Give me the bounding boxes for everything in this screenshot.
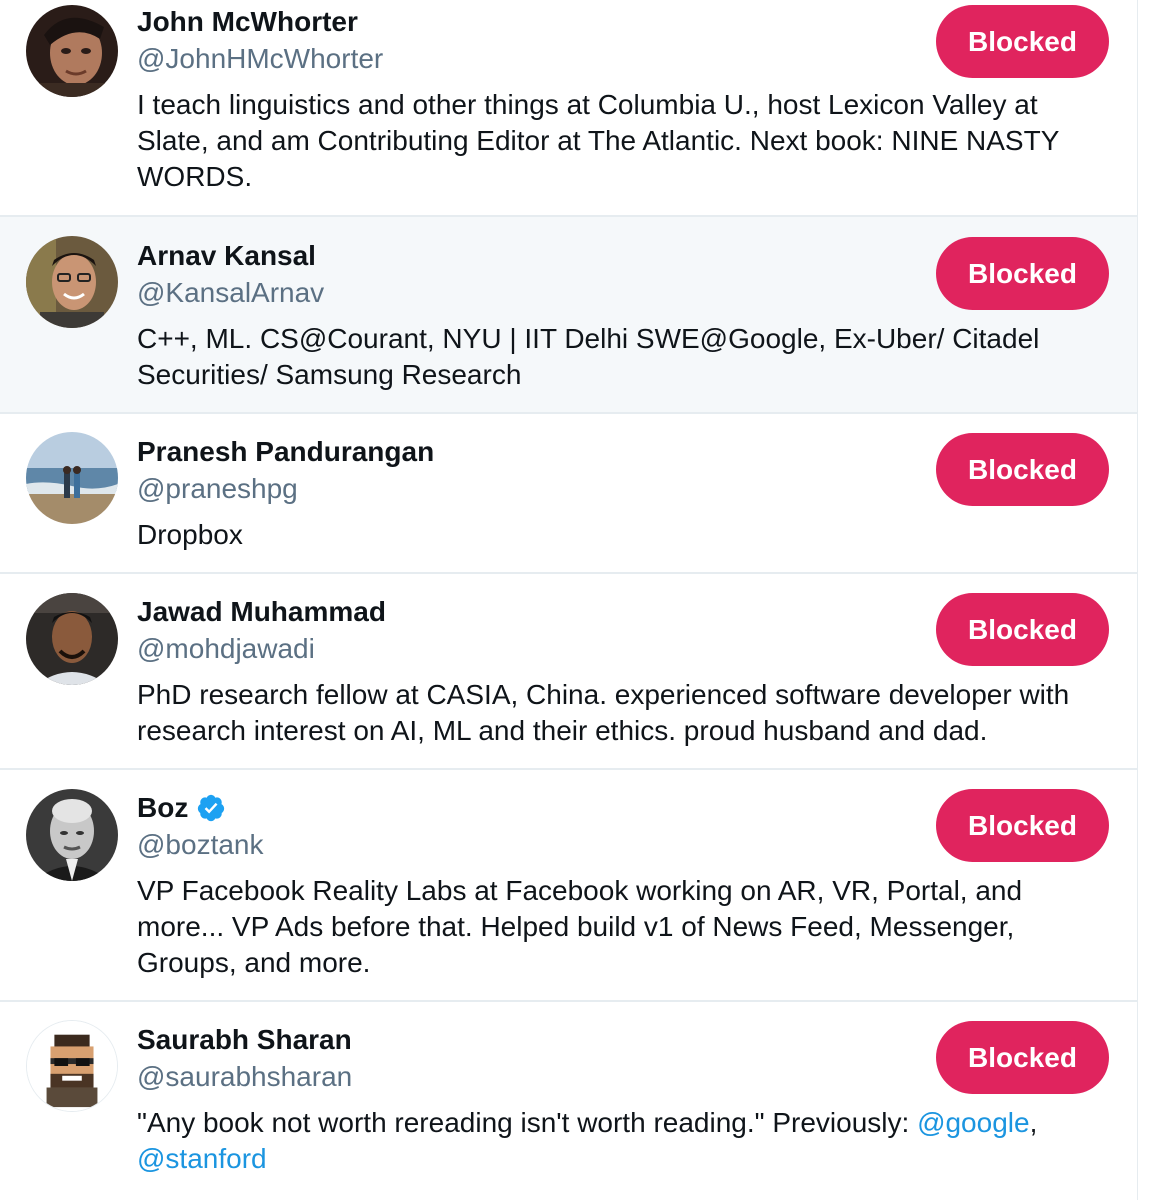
scrollbar-track[interactable]	[1138, 0, 1149, 1200]
bio-separator: ,	[1029, 1107, 1038, 1138]
account-bio: VP Facebook Reality Labs at Facebook wor…	[137, 875, 1023, 978]
account-name[interactable]: Pranesh Pandurangan	[137, 434, 434, 470]
account-handle[interactable]: @praneshpg	[137, 471, 298, 507]
blocked-accounts-list: John McWhorter @JohnHMcWhorter I teach l…	[0, 0, 1138, 1200]
google-mention-link[interactable]: @google	[917, 1107, 1030, 1138]
avatar[interactable]	[26, 432, 118, 524]
account-name-text[interactable]: John McWhorter	[137, 4, 358, 40]
account-name-text[interactable]: Pranesh Pandurangan	[137, 434, 434, 470]
account-bio: "Any book not worth rereading isn't wort…	[137, 1105, 1112, 1177]
account-name-text[interactable]: Jawad Muhammad	[137, 594, 386, 630]
blocked-button[interactable]: Blocked	[936, 5, 1109, 78]
account-handle[interactable]: @saurabhsharan	[137, 1059, 352, 1095]
account-bio: C++, ML. CS@Courant, NYU | IIT Delhi SWE…	[137, 323, 1040, 390]
account-name[interactable]: Boz	[137, 790, 226, 826]
account-name-text[interactable]: Arnav Kansal	[137, 238, 316, 274]
account-handle[interactable]: @mohdjawadi	[137, 631, 315, 667]
account-name-text[interactable]: Boz	[137, 790, 188, 826]
account-name[interactable]: Jawad Muhammad	[137, 594, 386, 630]
account-row-boz[interactable]: Boz @boztank VP Facebook Reality Labs at…	[0, 770, 1137, 1002]
avatar[interactable]	[26, 789, 118, 881]
account-handle[interactable]: @boztank	[137, 827, 264, 863]
account-row-pranesh-pandurangan[interactable]: Pranesh Pandurangan @praneshpg Dropbox B…	[0, 414, 1137, 574]
account-name[interactable]: John McWhorter	[137, 4, 358, 40]
account-name[interactable]: Saurabh Sharan	[137, 1022, 352, 1058]
account-row-arnav-kansal[interactable]: Arnav Kansal @KansalArnav C++, ML. CS@Co…	[0, 217, 1137, 414]
account-bio: PhD research fellow at CASIA, China. exp…	[137, 679, 1070, 746]
account-handle[interactable]: @KansalArnav	[137, 275, 324, 311]
account-bio: Dropbox	[137, 519, 243, 550]
bio-text: "Any book not worth rereading isn't wort…	[137, 1107, 918, 1138]
account-row-jawad-muhammad[interactable]: Jawad Muhammad @mohdjawadi PhD research …	[0, 574, 1137, 770]
verified-badge-icon	[198, 794, 225, 822]
stanford-mention-link[interactable]: @stanford	[137, 1143, 267, 1174]
account-handle[interactable]: @JohnHMcWhorter	[137, 41, 383, 77]
avatar[interactable]	[26, 593, 118, 685]
account-name-text[interactable]: Saurabh Sharan	[137, 1022, 352, 1058]
blocked-button[interactable]: Blocked	[936, 593, 1109, 666]
blocked-button[interactable]: Blocked	[936, 433, 1109, 506]
account-row-john-mcwhorter[interactable]: John McWhorter @JohnHMcWhorter I teach l…	[0, 0, 1137, 217]
avatar[interactable]	[26, 1020, 118, 1112]
avatar[interactable]	[26, 5, 118, 97]
account-bio: I teach linguistics and other things at …	[137, 89, 1059, 192]
avatar[interactable]	[26, 236, 118, 328]
blocked-button[interactable]: Blocked	[936, 789, 1109, 862]
blocked-button[interactable]: Blocked	[936, 1021, 1109, 1094]
blocked-button[interactable]: Blocked	[936, 237, 1109, 310]
account-name[interactable]: Arnav Kansal	[137, 238, 316, 274]
account-row-saurabh-sharan[interactable]: Saurabh Sharan @saurabhsharan "Any book …	[0, 1002, 1137, 1200]
